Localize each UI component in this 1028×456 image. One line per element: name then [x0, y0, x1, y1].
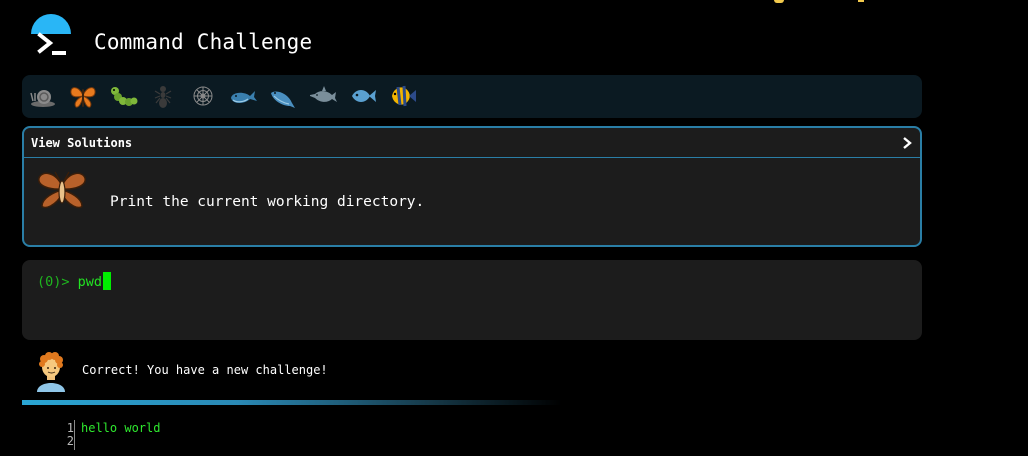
ant-icon[interactable]: [148, 81, 178, 111]
person-curly-hair-icon: [37, 352, 65, 392]
chevron-right-icon[interactable]: [900, 135, 914, 151]
snail-icon[interactable]: [28, 81, 58, 111]
terminal-input-line[interactable]: (0)> pwd: [37, 272, 112, 290]
spider-web-icon[interactable]: [188, 81, 218, 111]
output-line: hello world: [81, 421, 161, 435]
text-cursor: [103, 272, 112, 290]
tropical-fish-icon[interactable]: [388, 81, 418, 111]
challenge-description: Print the current working directory.: [110, 194, 425, 210]
fish-icon[interactable]: [348, 81, 378, 111]
command-challenge-page: Command Challenge View Solutions Print t…: [0, 0, 1028, 456]
terminal-prompt-icon: [37, 32, 66, 55]
caterpillar-icon[interactable]: [108, 81, 138, 111]
line-numbers: 1 2: [52, 422, 74, 448]
terminal[interactable]: (0)> pwd: [22, 260, 922, 340]
progress-divider: [22, 400, 562, 405]
dolphin-icon[interactable]: [308, 81, 338, 111]
gutter-divider: [74, 420, 75, 450]
feedback-message: Correct! You have a new challenge!: [82, 363, 328, 377]
moth-icon: [38, 171, 86, 209]
view-solutions-link[interactable]: View Solutions: [31, 136, 132, 150]
spouting-whale-icon[interactable]: [268, 81, 298, 111]
feedback: Correct! You have a new challenge!: [22, 348, 922, 392]
terminal-command[interactable]: pwd: [78, 274, 102, 290]
decorative-mark: [774, 0, 784, 3]
challenge-panel: View Solutions Print the current working…: [22, 126, 922, 247]
output-panel: 1 2 hello world: [22, 418, 922, 456]
page-title: Command Challenge: [94, 30, 313, 54]
logo[interactable]: [28, 14, 74, 62]
output-lines: hello world: [81, 422, 160, 435]
butterfly-icon[interactable]: [68, 81, 98, 111]
whale-icon[interactable]: [228, 81, 258, 111]
level-bar: [22, 75, 922, 118]
header: Command Challenge: [22, 12, 922, 68]
logo-arc: [31, 14, 71, 34]
line-number: 2: [66, 434, 74, 448]
challenge-header: View Solutions: [24, 128, 920, 158]
terminal-prompt: (0)>: [37, 274, 70, 290]
decorative-mark: [858, 0, 864, 2]
